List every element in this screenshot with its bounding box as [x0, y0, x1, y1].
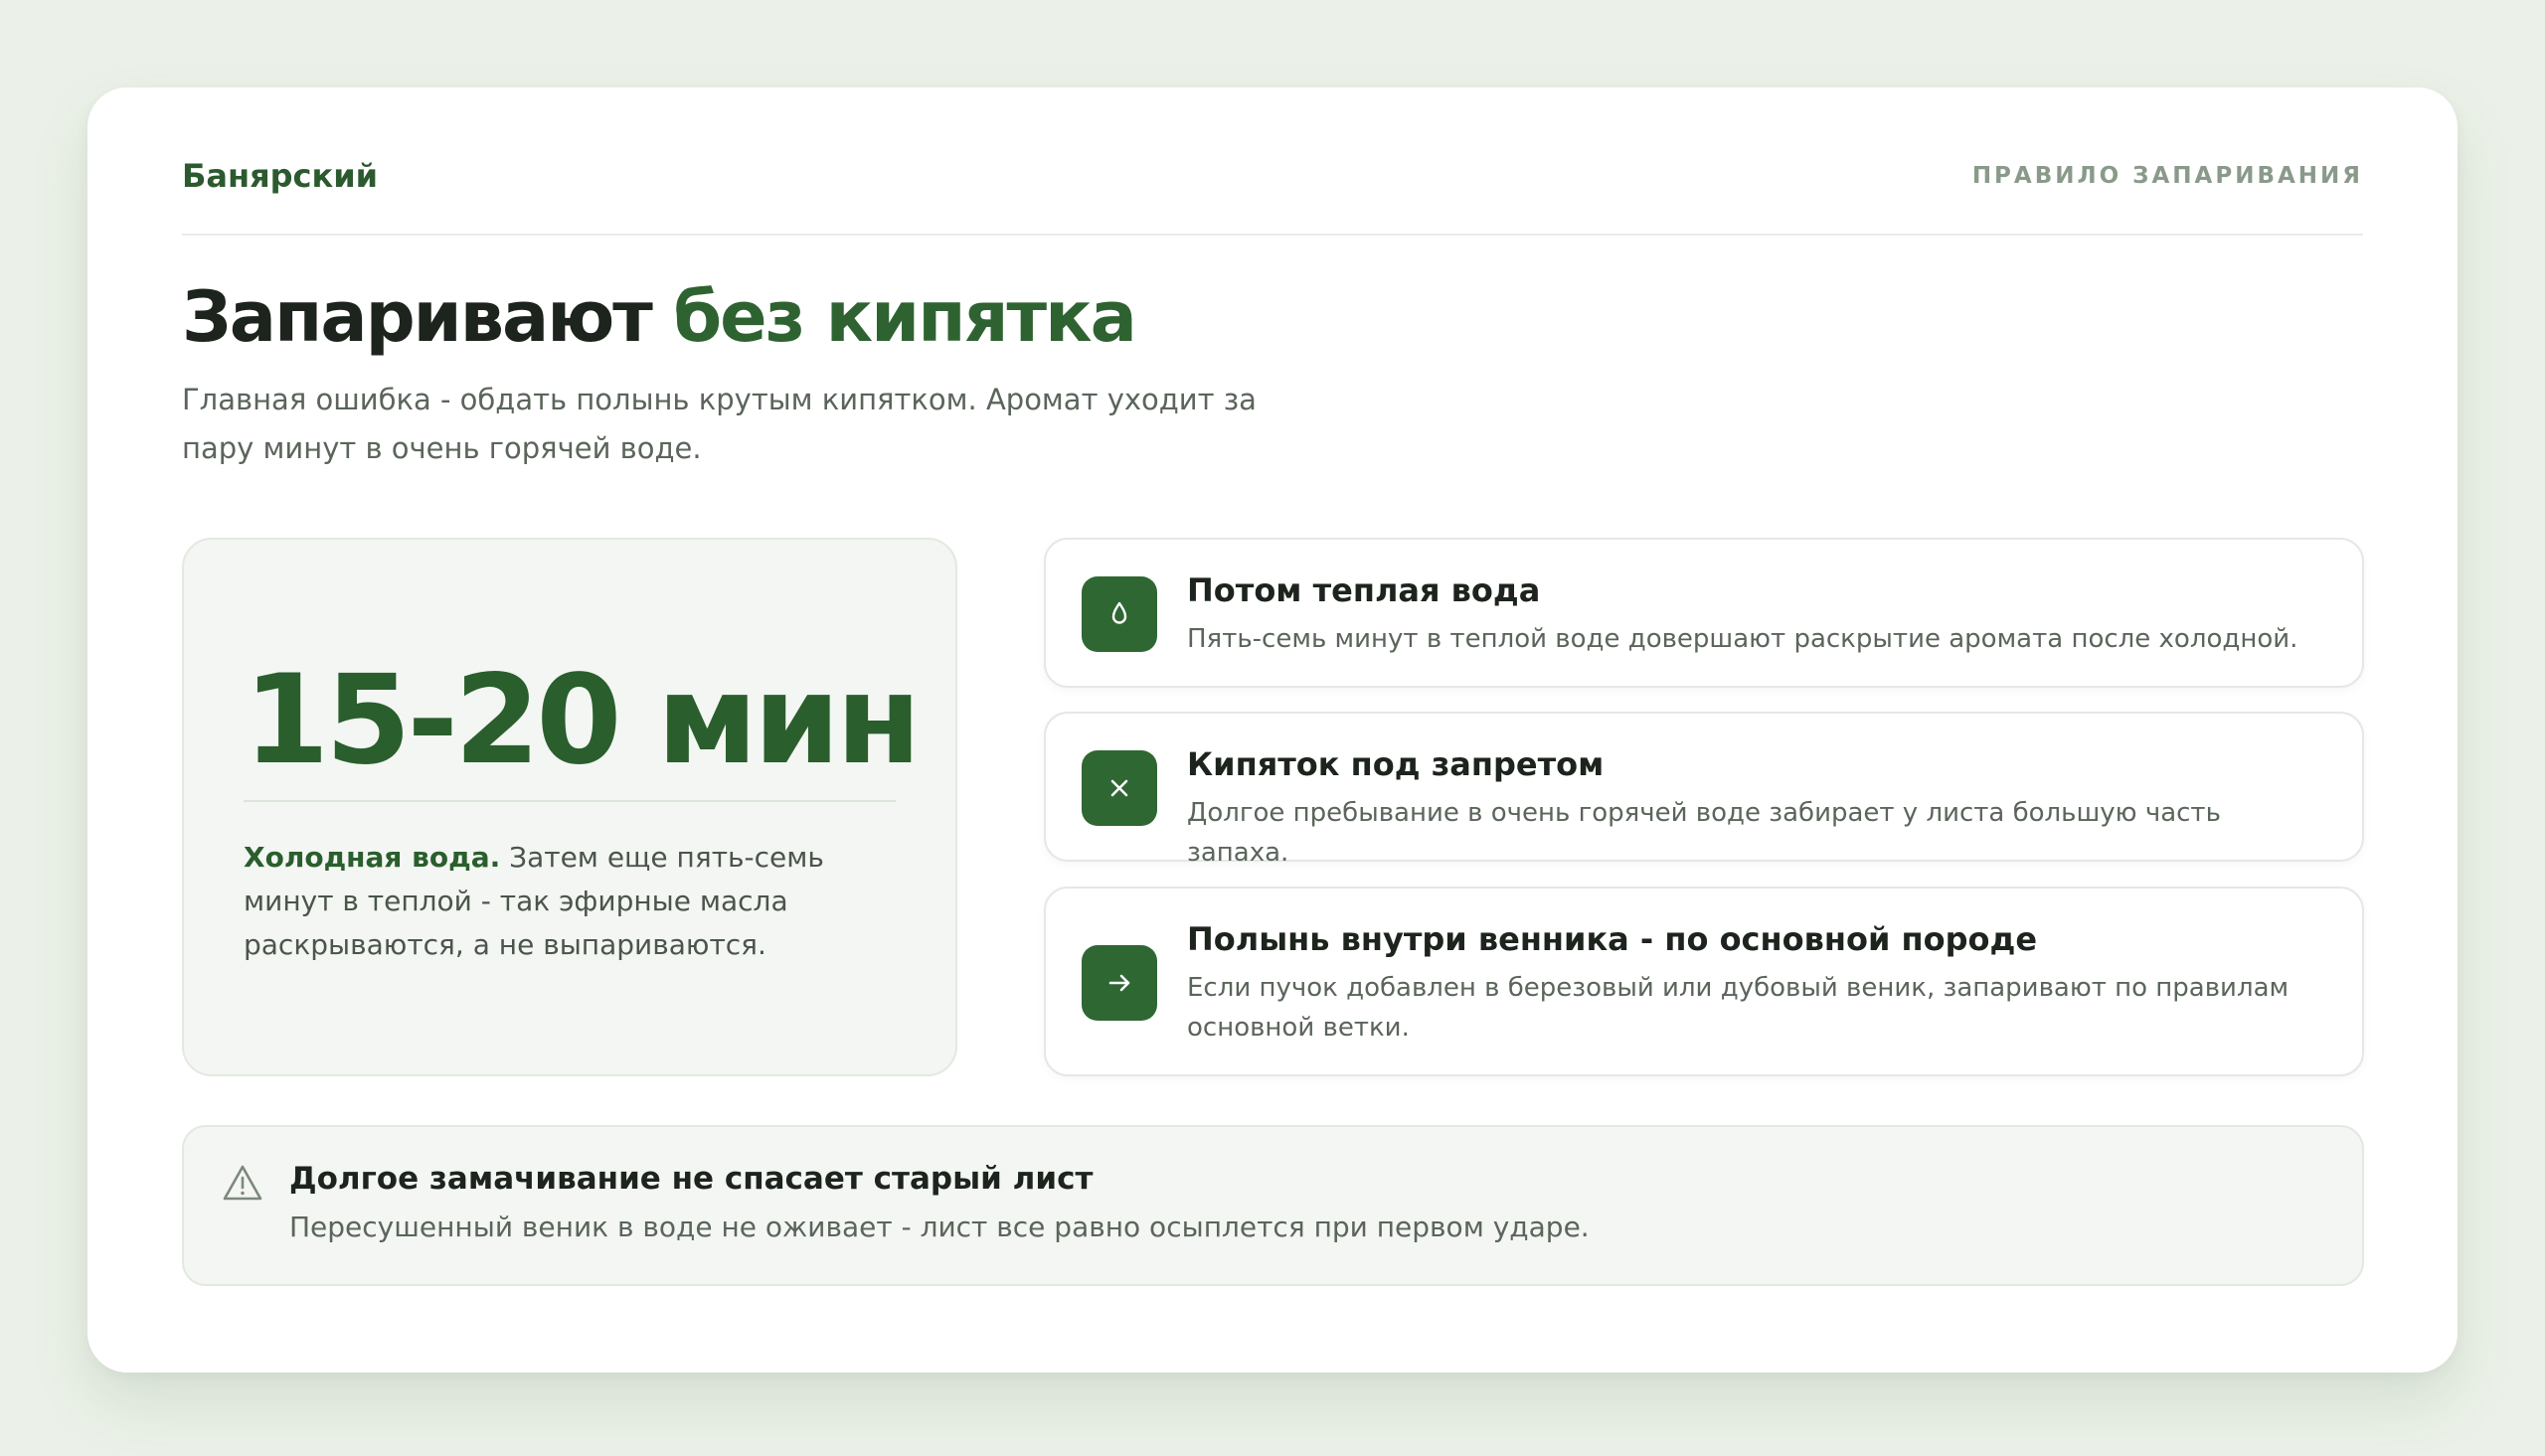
info-item-desc: Пять-семь минут в теплой воде довершают …	[1187, 624, 2298, 654]
main-card: Банярский ПРАВИЛО ЗАПАРИВАНИЯ Запаривают…	[87, 87, 2458, 1373]
page-title-accent: без кипятка	[673, 276, 1137, 358]
warning-title: Долгое замачивание не спасает старый лис…	[289, 1161, 1094, 1197]
warning-triangle-icon	[223, 1165, 262, 1201]
brand-logo[interactable]: Банярский	[182, 157, 378, 195]
info-item-title: Кипяток под запретом	[1187, 745, 1605, 783]
arrow-right-icon	[1082, 945, 1157, 1021]
warning-banner: Долгое замачивание не спасает старый лис…	[182, 1125, 2364, 1286]
page-title: Запаривают без кипятка	[182, 276, 1137, 358]
info-item-inside-venik: Полынь внутри венника - по основной поро…	[1044, 887, 2364, 1076]
time-description: Холодная вода. Затем еще пять-семь минут…	[244, 836, 900, 967]
page-title-main: Запаривают	[182, 276, 653, 358]
warning-desc: Пересушенный веник в воде не оживает - л…	[289, 1211, 1590, 1243]
time-description-strong: Холодная вода.	[244, 841, 501, 874]
info-item-boiling-banned: Кипяток под запретом Долгое пребывание в…	[1044, 712, 2364, 868]
info-item-title: Полынь внутри венника - по основной поро…	[1187, 920, 2038, 958]
time-card-divider	[244, 800, 896, 802]
close-icon	[1082, 750, 1157, 826]
info-item-desc: Если пучок добавлен в березовый или дубо…	[1187, 973, 2290, 1043]
section-label: ПРАВИЛО ЗАПАРИВАНИЯ	[1971, 163, 2363, 189]
page-subtitle: Главная ошибка - обдать полынь крутым ки…	[182, 383, 1257, 465]
info-item-desc: Долгое пребывание в очень горячей воде з…	[1187, 798, 2221, 868]
header-divider	[182, 234, 2363, 236]
water-drop-icon	[1082, 576, 1157, 652]
time-value: 15-20 мин	[244, 649, 922, 792]
info-item-title: Потом теплая вода	[1187, 571, 1541, 609]
info-item-warm-water: Потом теплая вода Пять-семь минут в тепл…	[1044, 538, 2364, 688]
time-card: 15-20 мин Холодная вода. Затем еще пять-…	[182, 538, 957, 1076]
